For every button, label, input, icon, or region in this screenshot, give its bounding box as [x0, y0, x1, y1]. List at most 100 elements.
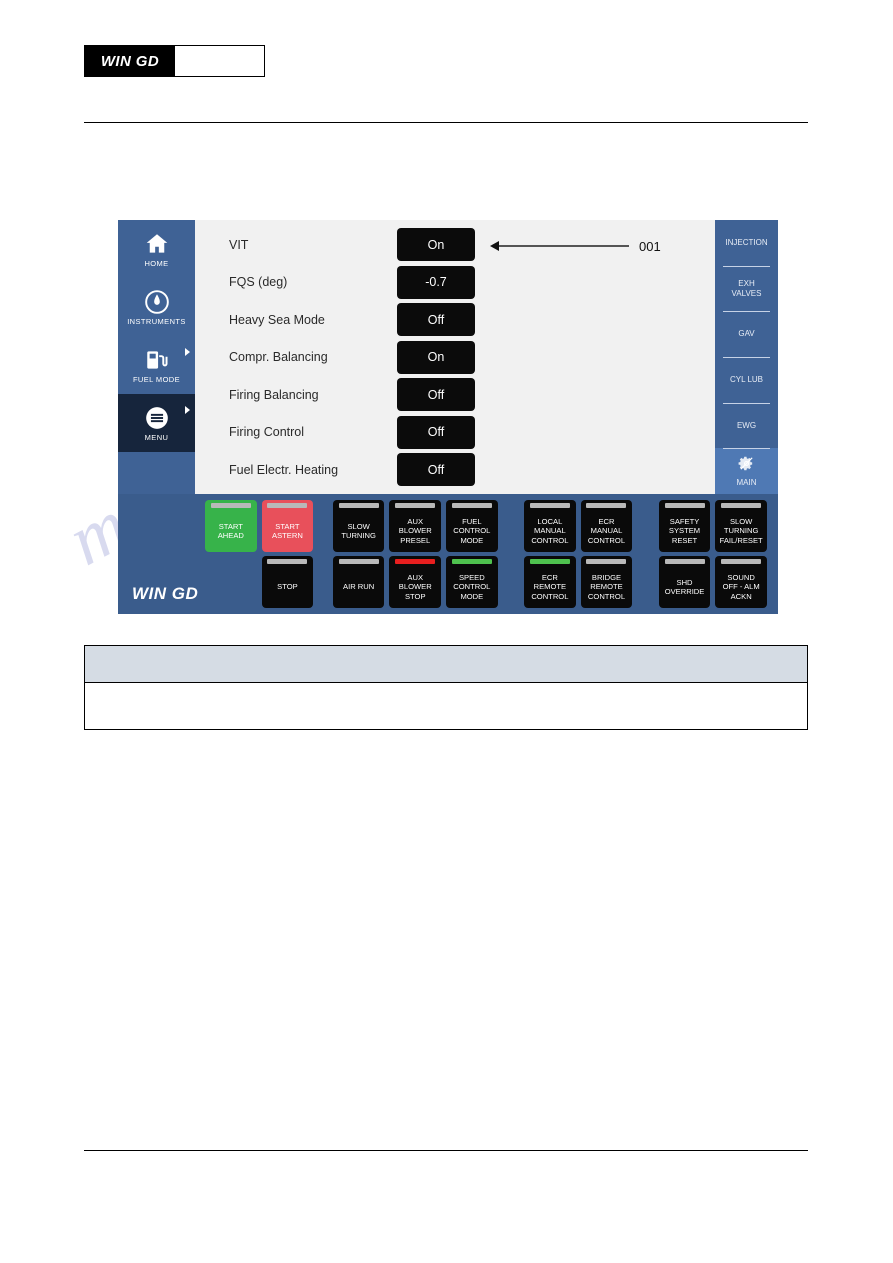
button-local-manual-control[interactable]: LOCAL MANUAL CONTROL [524, 500, 576, 552]
sidebar-item-fuel-mode[interactable]: FUEL MODE [118, 336, 195, 394]
left-navigation: HOME INSTRUMENTS FUEL MODE MENU [118, 220, 195, 494]
led-sound-off-alm-ackn [721, 559, 762, 564]
hardkey-button-bar: START AHEAD START ASTERN SLOW TURNING AUX BL… [118, 494, 778, 614]
led-slow-turning [338, 503, 379, 508]
callout-arrow-icon [490, 241, 499, 251]
caption-table-header [85, 646, 807, 683]
setting-label-fuel-electr-heating: Fuel Electr. Heating [229, 462, 339, 477]
tab-label-ewg: EWG [736, 420, 757, 430]
hmi-panel: HOME INSTRUMENTS FUEL MODE MENU VIT On F… [118, 220, 778, 614]
button-label-safety-system-reset: SAFETY SYSTEM RESET [668, 517, 701, 545]
button-label-fuel-control-mode: FUEL CONTROL MODE [453, 517, 491, 545]
button-label-ecr-remote-control: ECR REMOTE CONTROL [531, 573, 569, 601]
tab-main[interactable]: MAIN [715, 448, 778, 495]
tab-label-gav: GAV [738, 329, 755, 339]
settings-list: VIT On FQS (deg) -0.7 Heavy Sea Mode Off… [195, 226, 715, 489]
callout-leader-line [499, 245, 629, 247]
hardkey-row-2: STOP AIR RUN AUX BLOWER STOP SPEED CONTROL M… [205, 556, 772, 608]
button-fuel-control-mode[interactable]: FUEL CONTROL MODE [446, 500, 498, 552]
home-icon [144, 231, 170, 257]
button-label-bridge-remote-control: BRIDGE REMOTE CONTROL [587, 573, 626, 601]
caption-table [84, 645, 808, 730]
button-ecr-manual-control[interactable]: ECR MANUAL CONTROL [580, 500, 633, 552]
led-fuel-control-mode [451, 503, 492, 508]
setting-row-heavy-sea-mode: Heavy Sea Mode Off [195, 301, 715, 339]
button-air-run[interactable]: AIR RUN [332, 556, 385, 608]
header-rule [84, 122, 808, 123]
sidebar-label-home: HOME [144, 258, 169, 268]
sidebar-item-menu[interactable]: MENU [118, 394, 195, 452]
button-bridge-remote-control[interactable]: BRIDGE REMOTE CONTROL [580, 556, 633, 608]
setting-value-firing-control[interactable]: Off [397, 415, 475, 449]
button-label-air-run: AIR RUN [343, 582, 375, 592]
tab-cyl-lub[interactable]: CYL LUB [715, 357, 778, 403]
setting-value-fuel-electr-heating[interactable]: Off [397, 453, 475, 487]
setting-row-firing-control: Firing Control Off [195, 414, 715, 452]
right-navigation: INJECTION EXH VALVES GAV CYL LUB EWG MAI… [715, 220, 778, 495]
led-local-manual-control [529, 503, 570, 508]
button-slot-empty [205, 556, 257, 608]
button-aux-blower-presel[interactable]: AUX BLOWER PRESEL [389, 500, 442, 552]
button-start-ahead[interactable]: START AHEAD [205, 500, 257, 552]
tab-ewg[interactable]: EWG [715, 402, 778, 449]
wingd-logo-text: WIN GD [100, 52, 160, 70]
button-stop[interactable]: STOP [261, 556, 314, 608]
setting-value-heavy-sea-mode[interactable]: Off [397, 303, 475, 337]
tab-label-main: MAIN [736, 477, 757, 487]
fuel-pump-icon [144, 347, 170, 373]
tab-label-exh-valves: EXH VALVES [731, 278, 762, 298]
button-label-aux-blower-presel: AUX BLOWER PRESEL [398, 517, 432, 545]
tab-injection[interactable]: INJECTION [715, 220, 778, 266]
sidebar-item-instruments[interactable]: INSTRUMENTS [118, 278, 195, 336]
hamburger-icon [144, 405, 170, 431]
button-label-slow-turning-fail-reset: SLOW TURNING FAIL/RESET [719, 517, 763, 545]
tab-label-injection: INJECTION [725, 238, 768, 248]
button-start-astern[interactable]: START ASTERN [261, 500, 314, 552]
button-speed-control-mode[interactable]: SPEED CONTROL MODE [446, 556, 498, 608]
tab-gav[interactable]: GAV [715, 311, 778, 357]
button-label-aux-blower-stop: AUX BLOWER STOP [398, 573, 432, 601]
document-logo-box: WIN GD [84, 45, 265, 77]
tab-exh-valves[interactable]: EXH VALVES [715, 265, 778, 312]
chevron-right-icon-fuel-mode [185, 348, 190, 356]
setting-value-compr-balancing[interactable]: On [397, 340, 475, 374]
setting-label-heavy-sea-mode: Heavy Sea Mode [229, 312, 325, 327]
setting-label-fqs: FQS (deg) [229, 275, 288, 290]
gauge-icon [144, 289, 170, 315]
tab-label-cyl-lub: CYL LUB [729, 375, 764, 385]
button-sound-off-alm-ackn[interactable]: SOUND OFF - ALM ACKN [715, 556, 767, 608]
led-aux-blower-presel [395, 503, 436, 508]
hmi-upper-area: HOME INSTRUMENTS FUEL MODE MENU VIT On F… [118, 220, 778, 495]
led-slow-turning-fail-reset [721, 503, 762, 508]
setting-value-fqs[interactable]: -0.7 [397, 265, 475, 299]
setting-row-firing-balancing: Firing Balancing Off [195, 376, 715, 414]
led-start-astern [267, 503, 308, 508]
setting-row-fuel-electr-heating: Fuel Electr. Heating Off [195, 451, 715, 489]
button-slow-turning[interactable]: SLOW TURNING [332, 500, 385, 552]
button-label-start-astern: START ASTERN [272, 521, 303, 540]
callout-001: 001 [490, 234, 661, 258]
button-label-local-manual-control: LOCAL MANUAL CONTROL [531, 517, 569, 545]
button-safety-system-reset[interactable]: SAFETY SYSTEM RESET [658, 500, 711, 552]
button-shd-override[interactable]: SHD OVERRIDE [658, 556, 711, 608]
chevron-right-icon-menu [185, 406, 190, 414]
setting-row-compr-balancing: Compr. Balancing On [195, 339, 715, 377]
button-label-shd-override: SHD OVERRIDE [664, 577, 705, 596]
led-start-ahead [210, 503, 251, 508]
button-slow-turning-fail-reset[interactable]: SLOW TURNING FAIL/RESET [715, 500, 767, 552]
button-label-sound-off-alm-ackn: SOUND OFF - ALM ACKN [722, 573, 760, 601]
led-ecr-manual-control [586, 503, 627, 508]
settings-content-area: VIT On FQS (deg) -0.7 Heavy Sea Mode Off… [195, 220, 715, 494]
callout-number: 001 [639, 238, 661, 254]
logo-black-field: WIN GD [85, 46, 175, 76]
led-air-run [338, 559, 379, 564]
setting-value-vit[interactable]: On [397, 228, 475, 262]
hmi-wingd-logo: WIN GD [132, 584, 199, 603]
button-label-speed-control-mode: SPEED CONTROL MODE [453, 573, 491, 601]
button-aux-blower-stop[interactable]: AUX BLOWER STOP [389, 556, 442, 608]
led-placeholder [211, 559, 251, 564]
button-label-slow-turning: SLOW TURNING [341, 521, 376, 540]
sidebar-item-home[interactable]: HOME [118, 220, 195, 278]
button-ecr-remote-control[interactable]: ECR REMOTE CONTROL [524, 556, 576, 608]
setting-value-firing-balancing[interactable]: Off [397, 378, 475, 412]
